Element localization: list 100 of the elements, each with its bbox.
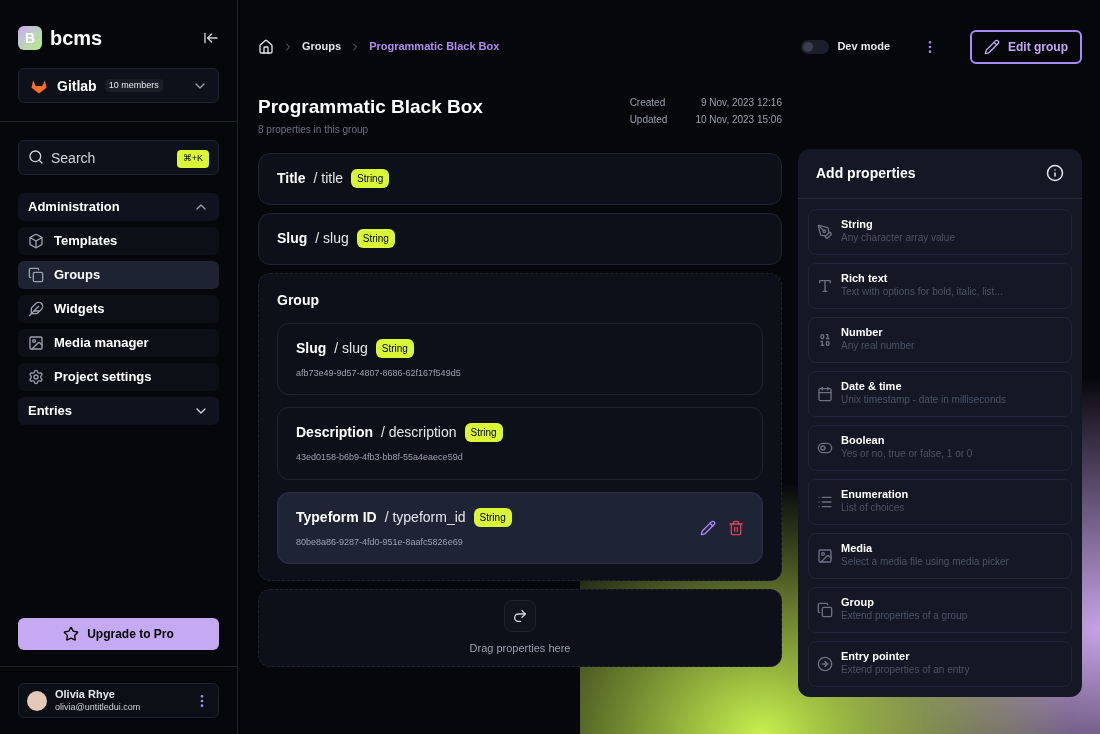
info-icon[interactable] <box>1046 164 1064 182</box>
image-icon <box>817 547 833 564</box>
property-type-description: Text with options for bold, italic, list... <box>841 286 1003 299</box>
shortcut-key: ⌘+K <box>176 150 209 168</box>
type-tag: String <box>375 338 414 358</box>
member-count: 10 members <box>104 78 163 93</box>
property-type-item[interactable]: Entry pointer Extend properties of an entry <box>808 640 1072 687</box>
property-card[interactable]: Description / description String 43ed0158-b6b9-4fb3-bb8f-55a4eaece59d <box>277 407 763 480</box>
property-card[interactable]: Slug / slug String <box>258 212 782 265</box>
section-header[interactable]: Administration <box>18 193 219 221</box>
brand-name: bcms <box>50 26 103 51</box>
property-type-name: Entry pointer <box>841 650 911 665</box>
page-subtitle: 8 properties in this group <box>258 122 370 137</box>
property-type-name: Rich text <box>841 272 889 287</box>
property-name: Description <box>296 423 373 442</box>
property-name: Typeform ID <box>296 507 377 527</box>
dev-mode-toggle[interactable] <box>801 39 830 54</box>
property-type-name: Media <box>841 542 874 557</box>
property-card[interactable]: Typeform ID / typeform_id String 80be8a86-9287-4fd0-951e-8aafc5826e69 <box>277 491 763 564</box>
meta-value: 9 Nov, 2023 12:16 <box>700 96 782 110</box>
settings-icon <box>28 369 44 385</box>
drop-zone[interactable]: Drag properties here <box>258 589 782 667</box>
type-tag: String <box>464 423 503 442</box>
type-tag: String <box>473 507 512 527</box>
property-type-name: Number <box>841 326 884 341</box>
drop-hint: Drag properties here <box>469 640 571 656</box>
user-email: olivia@untitledui.com <box>55 701 141 713</box>
property-type-item[interactable]: Date & time Unix timestamp - date in milliseconds <box>808 370 1072 417</box>
delete-icon[interactable] <box>728 519 744 536</box>
property-type-item[interactable]: String Any character array value <box>808 208 1072 255</box>
sidebar-item[interactable]: Project settings <box>18 363 219 391</box>
property-type-item[interactable]: Rich text Text with options for bold, italic, list... <box>808 262 1072 309</box>
page-title: Programmatic Black Box <box>258 95 483 119</box>
meta-label: Updated <box>629 113 668 127</box>
edit-icon[interactable] <box>700 519 716 536</box>
toggle-label: Dev mode <box>837 39 890 55</box>
type-tag: String <box>351 169 390 188</box>
text-icon <box>817 277 833 294</box>
meta-label: Created <box>629 96 667 110</box>
search-icon <box>28 149 44 165</box>
property-card[interactable]: Slug / slug String afb73e49-9d57-4807-8686-62f167f549d5 <box>277 322 763 395</box>
numbers-icon <box>817 331 833 348</box>
property-name: Title <box>277 169 306 188</box>
property-id: 43ed0158-b6b9-4fb3-bb8f-55a4eaece59d <box>296 451 464 464</box>
property-type-name: Boolean <box>841 434 886 449</box>
property-type-name: Date & time <box>841 380 903 395</box>
star-icon <box>63 626 80 642</box>
sidebar-item[interactable]: Templates <box>18 227 219 255</box>
property-type-name: String <box>841 218 874 233</box>
property-type-item[interactable]: Enumeration List of choices <box>808 478 1072 525</box>
home-icon[interactable] <box>258 38 274 55</box>
avatar <box>27 690 47 711</box>
arrow-circle-icon <box>817 655 833 672</box>
property-key: / typeform_id <box>384 506 466 528</box>
collapse-sidebar-icon[interactable] <box>203 30 219 46</box>
breadcrumb-link[interactable]: Programmatic Black Box <box>369 38 500 55</box>
squares-icon <box>817 601 833 618</box>
edit-group-button[interactable]: Edit group <box>970 29 1082 64</box>
cube-icon <box>28 233 44 249</box>
property-type-description: Extend properties of a group <box>841 610 968 623</box>
feather-icon <box>28 301 44 317</box>
property-key: / slug <box>315 228 349 249</box>
squares-icon <box>28 267 44 283</box>
type-tag: String <box>356 229 395 248</box>
property-type-description: Any character array value <box>841 232 955 245</box>
user-card[interactable]: Olivia Rhye olivia@untitledui.com <box>18 683 219 718</box>
property-type-item[interactable]: Group Extend properties of a group <box>808 586 1072 633</box>
property-type-item[interactable]: Number Any real number <box>808 316 1072 363</box>
property-type-description: Any real number <box>841 340 915 353</box>
pencil-icon <box>984 38 1000 55</box>
property-type-description: Extend properties of an entry <box>841 664 970 677</box>
property-type-name: Group <box>841 596 875 611</box>
property-type-item[interactable]: Media Select a media file using media picker <box>808 532 1072 579</box>
breadcrumb-link[interactable]: Groups <box>302 38 342 55</box>
workspace-selector[interactable]: Gitlab 10 members <box>18 68 219 103</box>
property-id: 80be8a86-9287-4fd0-951e-8aafc5826e69 <box>296 535 464 549</box>
logo-icon: B <box>18 26 42 50</box>
panel-title: Add properties <box>816 163 916 183</box>
sidebar-item[interactable]: Groups <box>18 261 219 289</box>
meta-value: 10 Nov, 2023 15:06 <box>695 113 782 127</box>
pen-nib-icon <box>817 223 833 240</box>
property-key: / title <box>313 168 344 189</box>
workspace-name: Gitlab <box>57 76 97 96</box>
sidebar-item[interactable]: Media manager <box>18 329 219 357</box>
sidebar-item[interactable]: Widgets <box>18 295 219 323</box>
property-name: Slug <box>296 338 327 358</box>
property-type-description: Select a media file using media picker <box>841 556 1009 569</box>
calendar-icon <box>817 385 833 402</box>
property-card[interactable]: Title / title String <box>258 152 782 205</box>
property-key: / description <box>381 422 457 443</box>
property-key: / slug <box>334 337 368 359</box>
image-icon <box>28 335 44 351</box>
property-id: afb73e49-9d57-4807-8686-62f167f549d5 <box>296 366 461 380</box>
user-name: Olivia Rhye <box>55 688 116 702</box>
property-type-description: Unix timestamp - date in milliseconds <box>841 394 1007 407</box>
property-type-description: List of choices <box>841 502 906 515</box>
property-type-name: Enumeration <box>841 488 909 503</box>
upgrade-button[interactable]: Upgrade to Pro <box>18 618 219 650</box>
group-title: Group <box>277 290 320 310</box>
section-header[interactable]: Entries <box>18 397 219 425</box>
